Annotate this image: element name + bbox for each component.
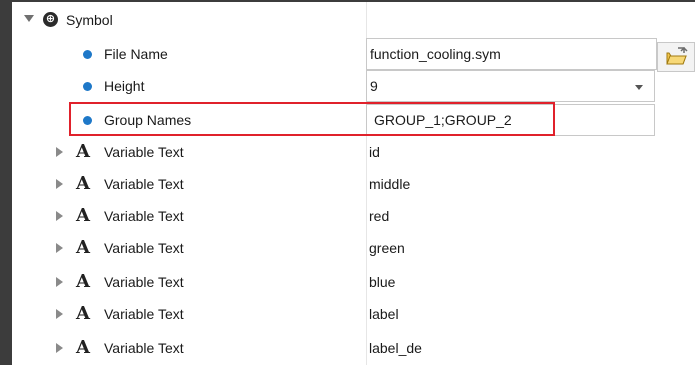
tree-node-variable-text[interactable]: A Variable Text label_de bbox=[12, 332, 695, 364]
file-name-value: function_cooling.sym bbox=[370, 46, 501, 62]
text-icon: A bbox=[76, 141, 90, 162]
variable-text-label: Variable Text bbox=[104, 208, 184, 224]
window-frame-top bbox=[0, 0, 695, 2]
tree-node-variable-text[interactable]: A Variable Text label bbox=[12, 298, 695, 330]
property-label: File Name bbox=[104, 46, 168, 62]
text-icon: A bbox=[76, 271, 90, 292]
variable-text-label: Variable Text bbox=[104, 144, 184, 160]
group-names-field[interactable]: GROUP_1;GROUP_2 bbox=[366, 104, 655, 136]
variable-text-value: label_de bbox=[369, 340, 422, 356]
expand-arrow-icon[interactable] bbox=[56, 309, 63, 319]
tree-node-label: Symbol bbox=[66, 12, 113, 28]
height-value: 9 bbox=[370, 78, 378, 94]
tree-node-variable-text[interactable]: A Variable Text middle bbox=[12, 168, 695, 200]
tree-node-variable-text[interactable]: A Variable Text blue bbox=[12, 266, 695, 298]
file-name-field[interactable]: function_cooling.sym bbox=[366, 38, 657, 70]
text-icon: A bbox=[76, 237, 90, 258]
open-folder-icon bbox=[666, 46, 688, 65]
expand-arrow-icon[interactable] bbox=[56, 277, 63, 287]
variable-text-value: green bbox=[369, 240, 405, 256]
variable-text-value: blue bbox=[369, 274, 396, 290]
variable-text-value: red bbox=[369, 208, 390, 224]
text-icon: A bbox=[76, 205, 90, 226]
variable-text-value: middle bbox=[369, 176, 411, 192]
property-label: Group Names bbox=[104, 112, 192, 128]
expand-arrow-icon[interactable] bbox=[56, 179, 63, 189]
text-icon: A bbox=[76, 303, 90, 324]
height-dropdown-button[interactable] bbox=[624, 70, 654, 102]
text-icon: A bbox=[76, 337, 90, 358]
tree-node-symbol[interactable]: ⊕ Symbol bbox=[12, 4, 695, 36]
variable-text-value: label bbox=[369, 306, 399, 322]
variable-text-label: Variable Text bbox=[104, 306, 184, 322]
tree-node-variable-text[interactable]: A Variable Text id bbox=[12, 136, 695, 168]
property-bullet-icon bbox=[83, 116, 92, 125]
chevron-down-icon bbox=[635, 85, 643, 90]
group-names-value: GROUP_1;GROUP_2 bbox=[374, 112, 512, 128]
property-bullet-icon bbox=[83, 82, 92, 91]
expand-arrow-icon[interactable] bbox=[56, 243, 63, 253]
expand-arrow-icon[interactable] bbox=[56, 211, 63, 221]
text-icon: A bbox=[76, 173, 90, 194]
height-select[interactable]: 9 bbox=[366, 70, 655, 102]
tree-node-variable-text[interactable]: A Variable Text green bbox=[12, 232, 695, 264]
variable-text-label: Variable Text bbox=[104, 176, 184, 192]
property-label: Height bbox=[104, 78, 145, 94]
expand-arrow-icon[interactable] bbox=[56, 147, 63, 157]
property-bullet-icon bbox=[83, 50, 92, 59]
variable-text-label: Variable Text bbox=[104, 274, 184, 290]
variable-text-label: Variable Text bbox=[104, 340, 184, 356]
collapse-arrow-icon[interactable] bbox=[24, 15, 34, 22]
property-row-group-names[interactable]: Group Names GROUP_1;GROUP_2 bbox=[12, 104, 695, 136]
symbol-icon: ⊕ bbox=[43, 12, 58, 27]
property-row-height[interactable]: Height 9 bbox=[12, 70, 695, 102]
variable-text-value: id bbox=[369, 144, 380, 160]
browse-file-button[interactable] bbox=[657, 42, 695, 72]
variable-text-label: Variable Text bbox=[104, 240, 184, 256]
window-frame-left bbox=[0, 0, 12, 365]
property-row-file-name[interactable]: File Name function_cooling.sym bbox=[12, 38, 695, 72]
expand-arrow-icon[interactable] bbox=[56, 343, 63, 353]
tree-node-variable-text[interactable]: A Variable Text red bbox=[12, 200, 695, 232]
